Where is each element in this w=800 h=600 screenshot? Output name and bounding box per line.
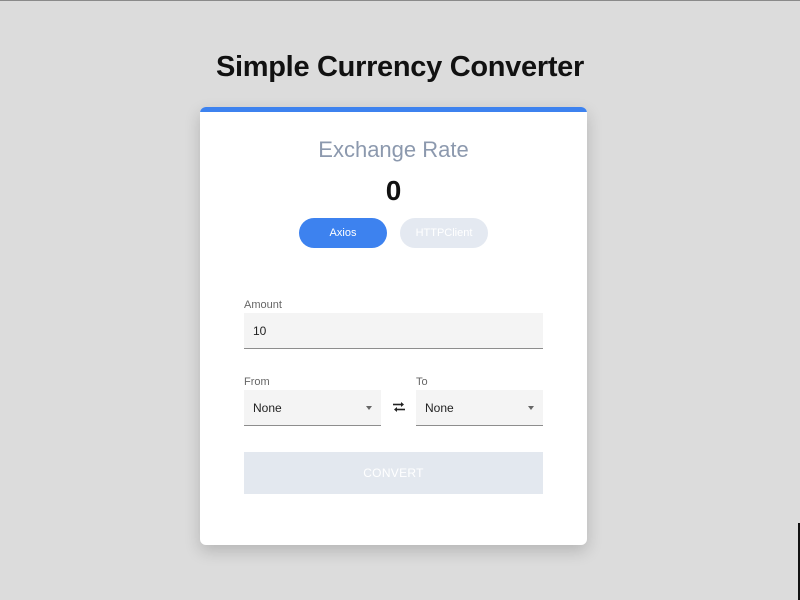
amount-value: 10 <box>253 323 267 338</box>
amount-input[interactable]: 10 <box>244 313 543 349</box>
chevron-down-icon <box>366 405 372 410</box>
from-selected-value: None <box>253 400 282 415</box>
to-select[interactable]: None <box>416 390 543 426</box>
from-label: From <box>244 376 270 388</box>
from-select[interactable]: None <box>244 390 381 426</box>
axios-button[interactable]: Axios <box>299 218 387 248</box>
card-accent-bar <box>200 107 587 112</box>
page: Simple Currency Converter Exchange Rate … <box>0 0 800 600</box>
chevron-down-icon <box>528 405 534 410</box>
to-selected-value: None <box>425 400 454 415</box>
swap-arrows-icon[interactable] <box>391 400 407 414</box>
httpclient-button[interactable]: HTTPClient <box>400 218 488 248</box>
exchange-rate-value: 0 <box>385 175 402 206</box>
page-title: Simple Currency Converter <box>215 51 584 83</box>
converter-card: Exchange Rate 0 Axios HTTPClient Amount … <box>200 107 587 545</box>
to-label: To <box>416 376 428 388</box>
amount-label: Amount <box>244 299 282 311</box>
convert-button[interactable]: CONVERT <box>244 452 543 494</box>
exchange-rate-label: Exchange Rate <box>318 137 469 162</box>
